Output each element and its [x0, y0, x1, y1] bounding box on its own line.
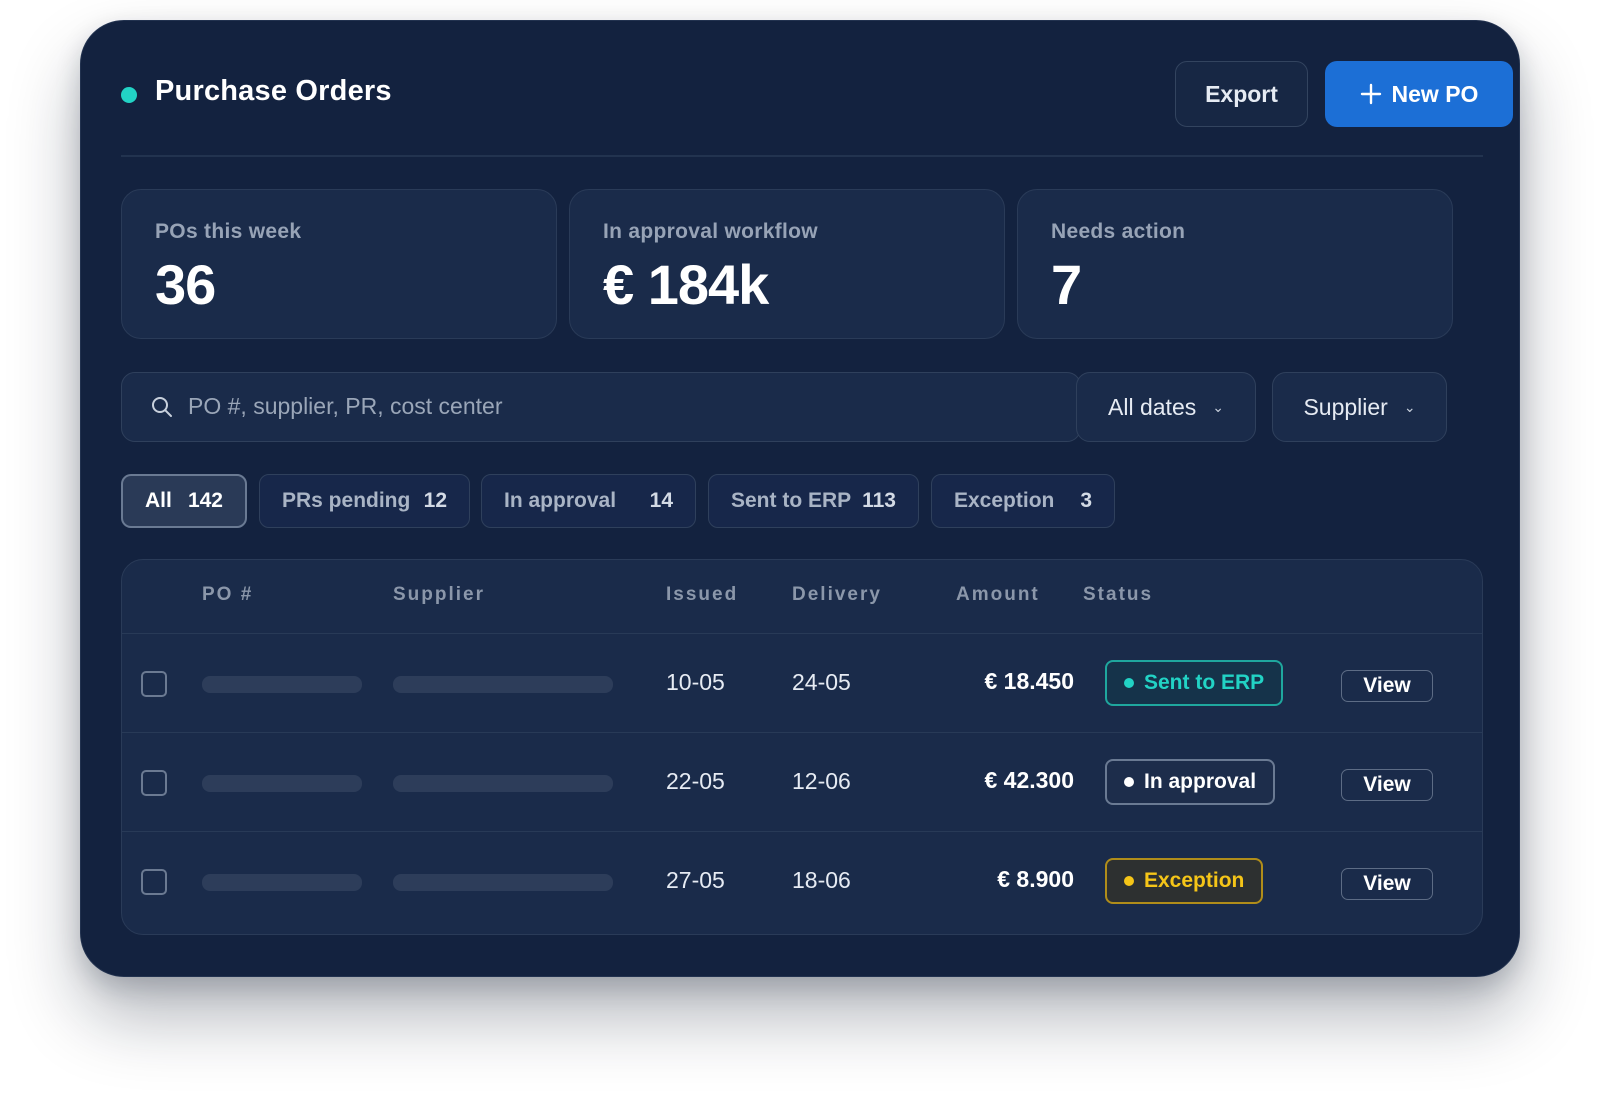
chip-count: 113 [862, 489, 896, 512]
delivery-date: 24-05 [792, 669, 851, 695]
chip-label: Exception [954, 489, 1055, 512]
stat-card-needs-action: Needs action 7 [1017, 189, 1453, 339]
chip-exception[interactable]: Exception 3 [931, 474, 1115, 528]
search-box [121, 372, 1081, 442]
plus-icon [1360, 83, 1381, 105]
export-button[interactable]: Export [1175, 61, 1308, 127]
amount: € 42.300 [984, 767, 1074, 793]
search-icon [152, 397, 172, 417]
stat-value: 36 [155, 253, 216, 316]
chip-prs-pending[interactable]: PRs pending 12 [259, 474, 470, 528]
po-number-placeholder [202, 874, 362, 891]
po-table: PO # Supplier Issued Delivery Amount Sta… [121, 559, 1483, 935]
chip-count: 14 [649, 489, 673, 512]
row-checkbox[interactable] [141, 671, 167, 697]
page-title: Purchase Orders [155, 75, 392, 107]
delivery-date: 12-06 [792, 768, 851, 794]
column-header-supplier[interactable]: Supplier [393, 584, 485, 606]
stat-value: € 184k [603, 253, 769, 316]
supplier-placeholder [393, 676, 613, 693]
issued-date: 22-05 [666, 768, 725, 794]
delivery-date: 18-06 [792, 867, 851, 893]
stat-label: Needs action [1051, 220, 1186, 243]
row-checkbox[interactable] [141, 770, 167, 796]
po-number-placeholder [202, 775, 362, 792]
status-dot-icon [1124, 876, 1134, 886]
dates-filter-dropdown[interactable]: All dates ⌄ [1076, 372, 1256, 442]
supplier-filter-label: Supplier [1303, 393, 1388, 420]
column-header-status[interactable]: Status [1083, 584, 1153, 606]
chip-label: All [145, 489, 172, 512]
status-text: In approval [1144, 770, 1257, 793]
status-badge: Exception [1105, 858, 1264, 904]
column-header-delivery[interactable]: Delivery [792, 584, 882, 606]
header: Purchase Orders Export New PO [121, 61, 1513, 127]
stat-label: POs this week [155, 220, 302, 243]
chevron-down-icon: ⌄ [1403, 398, 1416, 415]
status-badge: In approval [1105, 759, 1276, 805]
stat-label: In approval workflow [603, 220, 818, 243]
table-row[interactable]: 27-05 18-06 € 8.900 Exception View [122, 831, 1482, 930]
supplier-placeholder [393, 874, 613, 891]
status-dot-icon [1124, 678, 1134, 688]
amount: € 8.900 [997, 866, 1074, 892]
chip-label: Sent to ERP [731, 489, 852, 512]
supplier-placeholder [393, 775, 613, 792]
view-button[interactable]: View [1341, 868, 1433, 900]
row-checkbox[interactable] [141, 869, 167, 895]
search-input[interactable] [188, 373, 1048, 440]
chip-sent-to-erp[interactable]: Sent to ERP 113 [708, 474, 919, 528]
chip-in-approval[interactable]: In approval 14 [481, 474, 696, 528]
view-button[interactable]: View [1341, 769, 1433, 801]
status-text: Exception [1144, 869, 1245, 892]
purchase-orders-card: Purchase Orders Export New PO POs this w… [80, 20, 1520, 977]
status-badge: Sent to ERP [1105, 660, 1284, 706]
chip-label: PRs pending [282, 489, 411, 512]
chip-label: In approval [504, 489, 617, 512]
column-header-issued[interactable]: Issued [666, 584, 738, 606]
view-button[interactable]: View [1341, 670, 1433, 702]
chip-all[interactable]: All 142 [121, 474, 247, 528]
chevron-down-icon: ⌄ [1212, 398, 1224, 415]
issued-date: 10-05 [666, 669, 725, 695]
new-po-label: New PO [1391, 80, 1479, 107]
status-dot-icon [121, 87, 137, 103]
stat-card-in-approval-workflow: In approval workflow € 184k [569, 189, 1005, 339]
column-header-amount[interactable]: Amount [956, 584, 1040, 606]
stat-value: 7 [1051, 253, 1082, 316]
header-divider [121, 155, 1483, 157]
chip-count: 12 [423, 489, 447, 512]
column-header-po[interactable]: PO # [202, 584, 253, 606]
chip-count: 3 [1080, 489, 1092, 512]
po-number-placeholder [202, 676, 362, 693]
status-dot-icon [1124, 777, 1134, 787]
table-row[interactable]: 22-05 12-06 € 42.300 In approval View [122, 732, 1482, 831]
issued-date: 27-05 [666, 867, 725, 893]
table-row[interactable]: 10-05 24-05 € 18.450 Sent to ERP View [122, 633, 1482, 732]
new-po-button[interactable]: New PO [1325, 61, 1513, 127]
chip-count: 142 [187, 489, 223, 512]
supplier-filter-dropdown[interactable]: Supplier ⌄ [1272, 372, 1447, 442]
dates-filter-label: All dates [1108, 393, 1197, 420]
amount: € 18.450 [984, 668, 1074, 694]
status-text: Sent to ERP [1144, 671, 1265, 694]
stat-card-pos-this-week: POs this week 36 [121, 189, 557, 339]
